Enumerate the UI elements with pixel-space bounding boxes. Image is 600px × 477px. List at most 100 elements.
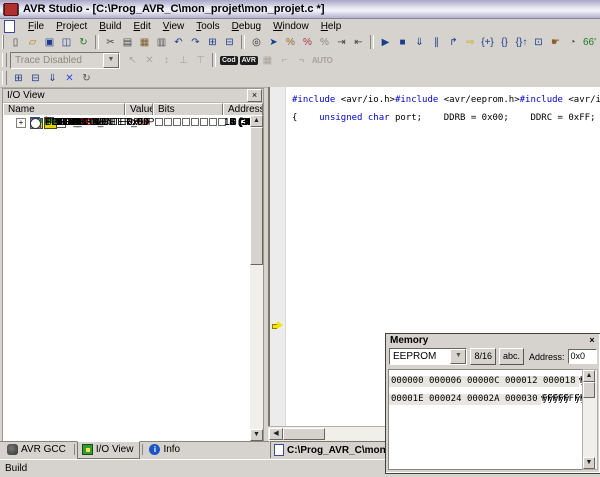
chevron-down-icon[interactable]: ▼ xyxy=(450,349,466,364)
new-breakpoint-icon[interactable]: ⊡ xyxy=(530,35,547,50)
scroll-left-icon[interactable]: ◀ xyxy=(269,428,283,440)
find-icon[interactable]: ◎ xyxy=(248,35,265,50)
bit-clear[interactable] xyxy=(200,118,208,126)
rebuild-all-icon[interactable]: ↻ xyxy=(78,71,95,86)
io-view-header[interactable]: I/O View × xyxy=(3,89,263,103)
menu-debug[interactable]: Debug xyxy=(226,21,267,32)
autostep-icon[interactable]: 66' xyxy=(581,35,598,50)
menu-file[interactable]: File xyxy=(22,21,50,32)
tab-avr-gcc[interactable]: AVR GCC xyxy=(3,442,72,458)
scroll-down-icon[interactable]: ▼ xyxy=(583,457,595,469)
menu-help[interactable]: Help xyxy=(315,21,348,32)
code-line[interactable]: #include <avr/eeprom.h>//Po xyxy=(395,95,520,105)
bit-clear[interactable] xyxy=(182,118,190,126)
close-icon[interactable]: × xyxy=(586,335,598,346)
memory-row[interactable]: 00002AFF FF FF FF FF FFÿÿÿÿÿÿ xyxy=(465,394,503,404)
add-watch-icon[interactable]: ☛ xyxy=(547,35,564,50)
code-line[interactable]: port = PINB;//Li xyxy=(595,113,600,123)
menu-build[interactable]: Build xyxy=(93,21,127,32)
scrollbar-thumb[interactable] xyxy=(583,382,595,398)
break-icon[interactable]: ■ xyxy=(394,35,411,50)
memory-row[interactable]: 000006FF FF FF FF FF FFÿÿÿÿÿÿ xyxy=(427,376,465,386)
outdent-icon[interactable]: ⇤ xyxy=(350,35,367,50)
pause-icon[interactable]: ∥ xyxy=(428,35,445,50)
memory-row[interactable]: 000012FF FF FF FF FF FFÿÿÿÿÿÿ xyxy=(503,376,541,386)
memory-scrollbar[interactable]: ▲ ▼ xyxy=(582,369,598,470)
disable-breakpoints-icon[interactable]: % xyxy=(316,35,333,50)
show-next-statement-icon[interactable]: ⇨ xyxy=(462,35,479,50)
trace-combo[interactable]: Trace Disabled ▼ xyxy=(10,52,120,69)
memory-row[interactable]: 00000055 FF FF FF FF FFUÿÿÿÿÿ xyxy=(389,376,427,386)
copy-icon[interactable]: ▤ xyxy=(119,35,136,50)
menu-tools[interactable]: Tools xyxy=(190,21,225,32)
undo-icon[interactable]: ↶ xyxy=(170,35,187,50)
menu-view[interactable]: View xyxy=(157,21,191,32)
step-out-icon[interactable]: {}↑ xyxy=(513,35,530,50)
toolbar-grip[interactable] xyxy=(2,71,7,85)
reload-icon[interactable]: ↻ xyxy=(75,35,92,50)
width-816-button[interactable]: 8/16 xyxy=(470,348,496,365)
io-tree-scrollbar[interactable]: ▲ ▼ xyxy=(250,115,263,441)
workspace-window-icon[interactable]: ⊞ xyxy=(204,35,221,50)
memory-row[interactable]: 00001EFF FF FF FF FF FFÿÿÿÿÿÿ xyxy=(389,394,427,404)
toggle-breakpoint-icon[interactable]: % xyxy=(282,35,299,50)
trace-pointer-icon[interactable]: ↖ xyxy=(124,53,141,68)
run-icon[interactable]: ▶ xyxy=(377,35,394,50)
indent-icon[interactable]: ⇥ xyxy=(333,35,350,50)
toolbar-grip[interactable] xyxy=(2,53,7,67)
trace-to-top-icon[interactable]: ⊤ xyxy=(192,53,209,68)
reset-icon[interactable]: ⇓ xyxy=(411,35,428,50)
chevron-down-icon[interactable]: ▼ xyxy=(103,53,119,68)
menu-project[interactable]: Project xyxy=(50,21,93,32)
trace-remove-icon[interactable]: ✕ xyxy=(141,53,158,68)
run-to-cursor-icon[interactable]: ↱ xyxy=(445,35,462,50)
redo-icon[interactable]: ↷ xyxy=(187,35,204,50)
expand-icon[interactable]: + xyxy=(16,118,26,128)
save-all-icon[interactable]: ◫ xyxy=(58,35,75,50)
register-bits[interactable] xyxy=(155,118,227,129)
code-line[interactable]: DDRC = 0xFF;//Me xyxy=(509,113,596,123)
tab-info[interactable]: iInfo xyxy=(145,442,186,458)
scroll-down-icon[interactable]: ▼ xyxy=(250,429,263,441)
ascii-button[interactable]: abc. xyxy=(499,348,524,365)
tab-io-view[interactable]: I/O View xyxy=(77,441,141,459)
paste-icon[interactable]: ▦ xyxy=(136,35,153,50)
toolbar-grip[interactable] xyxy=(2,35,4,49)
save-icon[interactable]: ▣ xyxy=(41,35,58,50)
scrollbar-thumb[interactable] xyxy=(250,127,263,265)
clean-icon[interactable]: ✕ xyxy=(61,71,78,86)
trace-to-bottom-icon[interactable]: ⊥ xyxy=(175,53,192,68)
cut-icon[interactable]: ✂ xyxy=(102,35,119,50)
bit-clear[interactable] xyxy=(155,118,163,126)
step-into-icon[interactable]: {+} xyxy=(479,35,496,50)
bit-clear[interactable] xyxy=(173,118,181,126)
trace-toggle-icon[interactable]: ↕ xyxy=(158,53,175,68)
remove-breakpoints-icon[interactable]: % xyxy=(299,35,316,50)
code-line[interactable]: #include <avr/io.h> xyxy=(292,95,395,105)
build-download-icon[interactable]: ⇓ xyxy=(44,71,61,86)
build-icon[interactable]: ⊟ xyxy=(27,71,44,86)
compile-icon[interactable]: ⊞ xyxy=(10,71,27,86)
memory-type-combo[interactable]: EEPROM ▼ xyxy=(389,348,467,365)
memory-row[interactable]: 000018FF FF FF FF FF FFÿÿÿÿÿÿ xyxy=(541,376,579,386)
close-icon[interactable]: × xyxy=(247,89,262,102)
menu-window[interactable]: Window xyxy=(267,21,315,32)
chip-icon[interactable]: ▦ xyxy=(259,53,276,68)
wire-2-icon[interactable]: ¬ xyxy=(293,53,310,68)
bit-clear[interactable] xyxy=(164,118,172,126)
print-icon[interactable]: ▥ xyxy=(153,35,170,50)
bit-clear[interactable] xyxy=(191,118,199,126)
find-next-icon[interactable]: ➤ xyxy=(265,35,282,50)
code-badge[interactable]: Cod xyxy=(220,56,238,65)
open-file-icon[interactable]: ▱ xyxy=(24,35,41,50)
scroll-up-icon[interactable]: ▲ xyxy=(250,115,263,127)
avr-badge[interactable]: AVR xyxy=(240,56,258,65)
code-line[interactable]: unsigned char port; xyxy=(297,113,422,123)
memory-row[interactable]: 000030FF FF FF FF FF FFÿÿÿÿÿÿ xyxy=(503,394,541,404)
quickwatch-icon[interactable]: ◔ xyxy=(564,35,581,50)
step-over-icon[interactable]: {} xyxy=(496,35,513,50)
new-file-icon[interactable]: ▯ xyxy=(7,35,24,50)
scroll-up-icon[interactable]: ▲ xyxy=(583,370,595,382)
code-line[interactable]: #include <avr/interrupt.h>//Po xyxy=(520,95,600,105)
memory-window-header[interactable]: Memory × xyxy=(386,334,600,347)
